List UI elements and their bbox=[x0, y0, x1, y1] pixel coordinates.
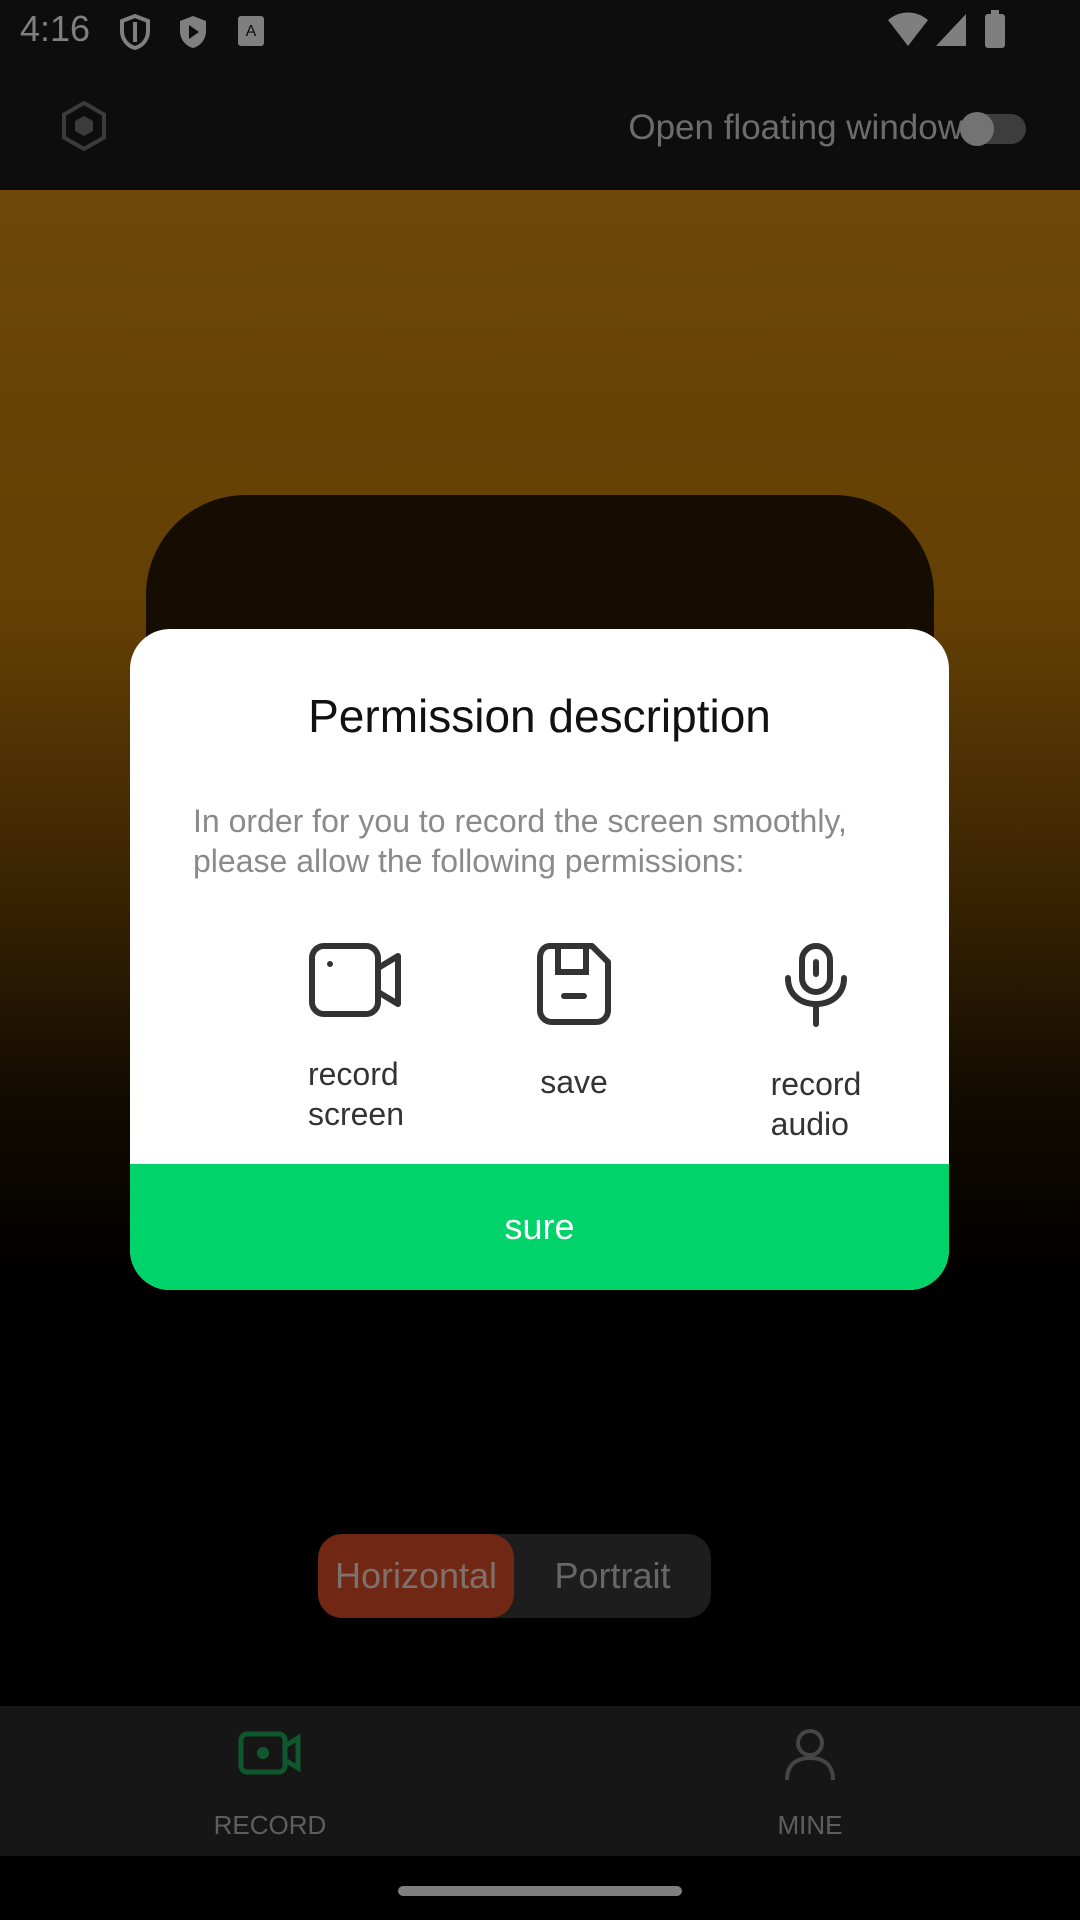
permission-label-line: audio bbox=[770, 1106, 849, 1142]
permission-save: save bbox=[474, 942, 674, 1102]
permission-label-line: record bbox=[770, 1066, 862, 1102]
permission-label-line: screen bbox=[307, 1096, 405, 1132]
video-camera-icon bbox=[309, 943, 401, 1017]
permission-label-save: save bbox=[540, 1062, 608, 1102]
permission-label-record-audio: record audio bbox=[771, 1064, 862, 1144]
dialog-description: In order for you to record the screen sm… bbox=[193, 803, 847, 879]
permission-record-screen: record screen bbox=[256, 942, 456, 1134]
dialog-title: Permission description bbox=[308, 690, 771, 742]
permission-label-line: save bbox=[540, 1064, 608, 1100]
permission-dialog: Permission description In order for you … bbox=[130, 629, 949, 1290]
microphone-icon bbox=[785, 943, 847, 1027]
permission-label-record-screen: record screen bbox=[308, 1054, 404, 1134]
screen: 4:16 A Open floating window bbox=[0, 0, 1080, 1920]
permission-record-audio: record audio bbox=[716, 942, 916, 1144]
save-icon bbox=[537, 943, 611, 1025]
permission-label-line: record bbox=[307, 1056, 399, 1092]
sure-button[interactable]: sure bbox=[130, 1164, 949, 1290]
